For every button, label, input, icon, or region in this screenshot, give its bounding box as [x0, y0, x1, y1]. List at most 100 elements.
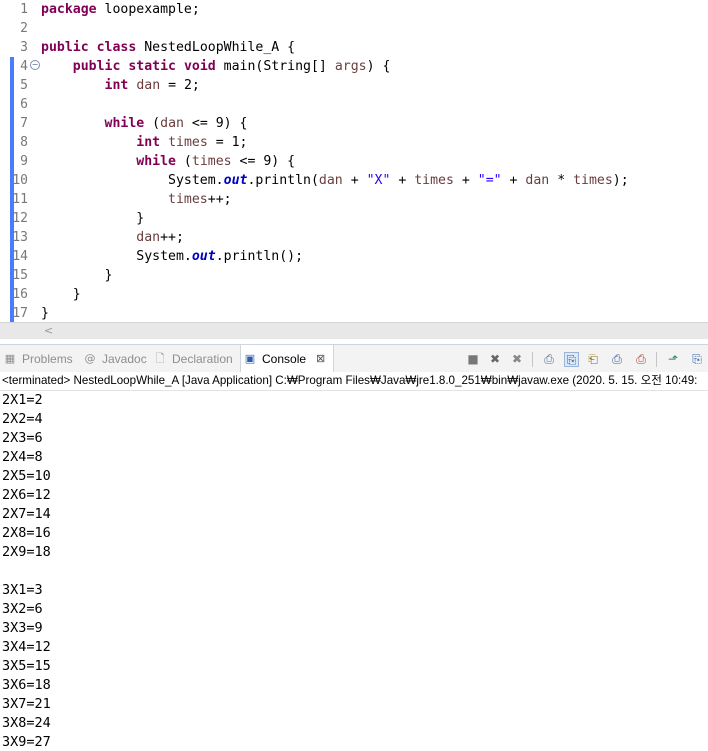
line-number: 7	[20, 116, 28, 131]
code-token: +	[342, 173, 367, 188]
code-line[interactable]: 12 }	[0, 209, 708, 228]
code-text: }	[41, 304, 49, 322]
close-console-tab-icon[interactable]: ⊠	[316, 349, 325, 369]
code-line[interactable]: 8 int times = 1;	[0, 133, 708, 152]
clear-console-icon[interactable]: ⎙	[542, 352, 556, 366]
code-token: +	[390, 173, 415, 188]
code-line[interactable]: 5 int dan = 2;	[0, 76, 708, 95]
console-output-line: 3X5=15	[2, 658, 51, 674]
console-output-line: 3X3=9	[2, 620, 43, 636]
tab-problems-label: Problems	[22, 352, 73, 366]
line-number: 13	[12, 230, 28, 245]
code-token: +	[501, 173, 526, 188]
console-output-line: 3X8=24	[2, 715, 51, 731]
code-line[interactable]: 15 }	[0, 266, 708, 285]
console-output-line: 3X9=27	[2, 734, 51, 750]
code-line[interactable]: 3 public class NestedLoopWhile_A {	[0, 38, 708, 57]
code-token: int	[104, 78, 129, 93]
code-token: times	[414, 173, 454, 188]
console-output-line: 2X3=6	[2, 430, 43, 446]
code-token: = 2;	[160, 78, 200, 93]
code-text: System.out.println(dan + "X" + times + "…	[41, 171, 629, 190]
code-line[interactable]: 6	[0, 95, 708, 114]
code-token: .println();	[215, 249, 304, 264]
code-token: out	[191, 249, 216, 264]
code-line[interactable]: 11 times++;	[0, 190, 708, 209]
code-token: NestedLoopWhile_A {	[136, 40, 296, 55]
code-text: package loopexample;	[41, 0, 200, 19]
word-wrap-icon[interactable]: ⎗	[586, 352, 600, 366]
line-number: 17	[12, 306, 28, 321]
scroll-lock-icon[interactable]: ⎘	[564, 352, 579, 367]
code-editor[interactable]: 1 package loopexample; 2 3 public class Nest…	[0, 0, 708, 322]
code-token: while	[136, 154, 176, 169]
code-line[interactable]: 4− public static void main(String[] args…	[0, 57, 708, 76]
code-token: public	[41, 40, 89, 55]
remove-launch-icon[interactable]: ✖	[488, 352, 502, 366]
line-number: 6	[20, 97, 28, 112]
code-token: static	[128, 59, 176, 74]
console-output-line: 3X7=21	[2, 696, 51, 712]
code-line[interactable]: 10 System.out.println(dan + "X" + times …	[0, 171, 708, 190]
code-token: System.	[41, 249, 192, 264]
line-number: 10	[12, 173, 28, 188]
code-line[interactable]: 2	[0, 19, 708, 38]
toolbar-separator	[532, 352, 533, 367]
code-token: ++;	[160, 230, 184, 245]
line-number: 12	[12, 211, 28, 226]
code-text: System.out.println();	[41, 247, 303, 266]
process-status-text: <terminated> NestedLoopWhile_A [Java App…	[2, 374, 698, 387]
console-output[interactable]: 2X1=2 2X2=4 2X3=6 2X4=8 2X5=10 2X6=12 2X7=14 2X…	[0, 391, 708, 751]
code-token: dan	[318, 173, 343, 188]
code-token: main(String[]	[215, 59, 335, 74]
code-token: dan	[136, 78, 161, 93]
line-number: 14	[12, 249, 28, 264]
console-output-line: 2X1=2	[2, 392, 43, 408]
code-line[interactable]: 9 while (times <= 9) {	[0, 152, 708, 171]
editor-horizontal-scrollbar[interactable]: <	[0, 322, 708, 339]
code-line[interactable]: 16 }	[0, 285, 708, 304]
open-console-icon[interactable]: ⎘	[690, 352, 704, 366]
show-console-on-stdout-icon[interactable]: ⎙	[610, 352, 624, 366]
scroll-left-arrow-icon[interactable]: <	[44, 324, 53, 337]
code-line[interactable]: 1 package loopexample;	[0, 0, 708, 19]
console-output-line: 2X8=16	[2, 525, 51, 541]
code-text: dan++;	[41, 228, 184, 247]
declaration-icon: 🗋	[155, 352, 165, 365]
console-output-line: 2X4=8	[2, 449, 43, 465]
code-line[interactable]: 14 System.out.println();	[0, 247, 708, 266]
code-token: );	[612, 173, 629, 188]
code-token: times	[191, 154, 232, 169]
console-output-line: 2X6=12	[2, 487, 51, 503]
code-text: int times = 1;	[41, 133, 247, 152]
code-text: int dan = 2;	[41, 76, 200, 95]
code-text: }	[41, 266, 113, 285]
code-token: int	[136, 135, 161, 150]
code-token: class	[96, 40, 137, 55]
code-token: loopexample;	[96, 2, 200, 17]
code-token: "X"	[366, 173, 391, 188]
line-number: 4	[20, 59, 28, 74]
terminate-icon[interactable]: ■	[466, 352, 480, 366]
remove-all-terminated-icon[interactable]: ✖	[510, 352, 524, 366]
code-text: public class NestedLoopWhile_A {	[41, 38, 295, 57]
fold-collapse-icon[interactable]: −	[30, 60, 40, 70]
show-console-on-stderr-icon[interactable]: ⎙	[634, 352, 648, 366]
tab-declaration-label: Declaration	[172, 352, 233, 366]
code-token: times	[168, 135, 208, 150]
console-icon: ▣	[244, 352, 256, 365]
line-number: 16	[12, 287, 28, 302]
line-number: 15	[12, 268, 28, 283]
code-line[interactable]: 13 dan++;	[0, 228, 708, 247]
code-line[interactable]: 17}	[0, 304, 708, 322]
views-tab-bar: ▦ Problems @ Javadoc 🗋 Declaration ▣ Con…	[0, 344, 708, 373]
code-text: public static void main(String[] args) {	[41, 57, 391, 76]
code-line[interactable]: 7 while (dan <= 9) {	[0, 114, 708, 133]
code-token: out	[223, 173, 248, 188]
code-token: }	[41, 211, 145, 226]
pin-console-icon[interactable]: ⬏	[666, 352, 680, 366]
tab-javadoc-label: Javadoc	[102, 352, 147, 366]
